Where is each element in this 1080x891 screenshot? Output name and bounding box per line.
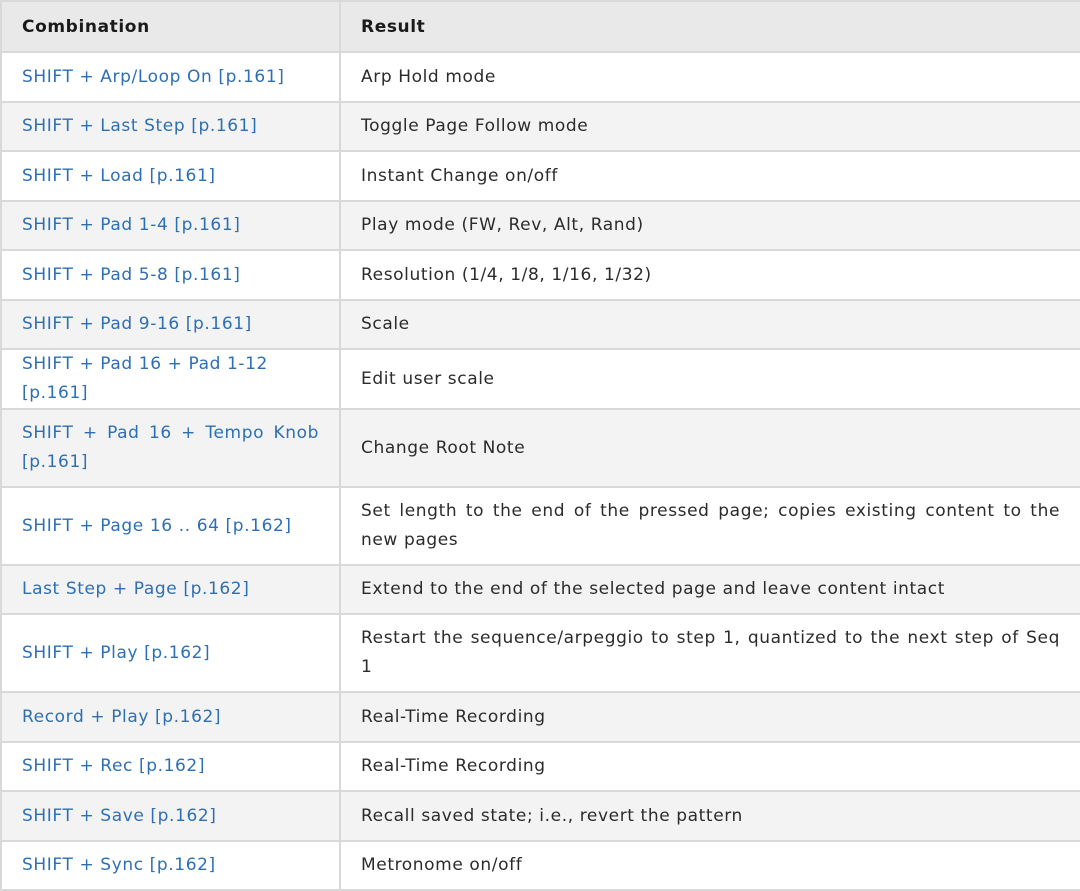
shortcut-table: Combination Result SHIFT + Arp/Loop On [… [0, 0, 1080, 891]
table-row: SHIFT + Pad 1-4 [p.161] Play mode (FW, R… [0, 200, 1080, 251]
result-cell: Extend to the end of the selected page a… [339, 564, 1080, 615]
result-cell: Restart the sequence/arpeggio to step 1,… [339, 613, 1080, 693]
result-cell: Arp Hold mode [339, 51, 1080, 103]
result-cell: Play mode (FW, Rev, Alt, Rand) [339, 200, 1080, 251]
combination-link[interactable]: SHIFT + Rec [p.162] [22, 756, 205, 776]
table-row: Last Step + Page [p.162] Extend to the e… [0, 564, 1080, 615]
combination-link[interactable]: Record + Play [p.162] [22, 707, 221, 727]
combination-link[interactable]: SHIFT + Last Step [p.161] [22, 116, 257, 136]
result-cell: Change Root Note [339, 408, 1080, 488]
table-row: SHIFT + Pad 9-16 [p.161] Scale [0, 299, 1080, 350]
combination-cell: SHIFT + Pad 16 + Tempo Knob [p.161] [0, 408, 341, 488]
combination-link[interactable]: SHIFT + Play [p.162] [22, 643, 210, 663]
combination-link[interactable]: SHIFT + Pad 1-4 [p.161] [22, 215, 240, 235]
result-cell: Scale [339, 299, 1080, 350]
table-row: SHIFT + Rec [p.162] Real-Time Recording [0, 741, 1080, 792]
result-cell: Resolution (1/4, 1/8, 1/16, 1/32) [339, 249, 1080, 301]
combination-cell: SHIFT + Sync [p.162] [0, 840, 341, 891]
combination-cell: SHIFT + Load [p.161] [0, 150, 341, 202]
combination-cell: SHIFT + Arp/Loop On [p.161] [0, 51, 341, 103]
table-row: SHIFT + Play [p.162] Restart the sequenc… [0, 613, 1080, 693]
table-row: SHIFT + Pad 16 + Pad 1-12 [p.161] Edit u… [0, 348, 1080, 410]
combination-link[interactable]: Last Step + Page [p.162] [22, 579, 249, 599]
result-cell: Real-Time Recording [339, 741, 1080, 792]
table-row: SHIFT + Pad 16 + Tempo Knob [p.161] Chan… [0, 408, 1080, 488]
combination-cell: SHIFT + Last Step [p.161] [0, 101, 341, 152]
result-cell: Recall saved state; i.e., revert the pat… [339, 790, 1080, 842]
table-row: SHIFT + Sync [p.162] Metronome on/off [0, 840, 1080, 891]
table-row: SHIFT + Last Step [p.161] Toggle Page Fo… [0, 101, 1080, 152]
combination-cell: SHIFT + Pad 1-4 [p.161] [0, 200, 341, 251]
combination-link[interactable]: SHIFT + Load [p.161] [22, 166, 216, 186]
table-header-row: Combination Result [0, 0, 1080, 53]
result-cell: Toggle Page Follow mode [339, 101, 1080, 152]
combination-link[interactable]: SHIFT + Pad 9-16 [p.161] [22, 314, 252, 334]
combination-link[interactable]: SHIFT + Save [p.162] [22, 806, 217, 826]
combination-link[interactable]: SHIFT + Pad 16 + Pad 1-12 [p.161] [22, 354, 268, 403]
combination-cell: SHIFT + Pad 9-16 [p.161] [0, 299, 341, 350]
combination-cell: Record + Play [p.162] [0, 691, 341, 743]
result-cell: Metronome on/off [339, 840, 1080, 891]
result-cell: Set length to the end of the pressed pag… [339, 486, 1080, 566]
table-row: Record + Play [p.162] Real-Time Recordin… [0, 691, 1080, 743]
combination-link[interactable]: SHIFT + Pad 16 + Tempo Knob [p.161] [22, 423, 319, 472]
combination-cell: SHIFT + Rec [p.162] [0, 741, 341, 792]
result-cell: Real-Time Recording [339, 691, 1080, 743]
table-row: SHIFT + Load [p.161] Instant Change on/o… [0, 150, 1080, 202]
table-row: SHIFT + Arp/Loop On [p.161] Arp Hold mod… [0, 51, 1080, 103]
combination-cell: SHIFT + Page 16 .. 64 [p.162] [0, 486, 341, 566]
combination-cell: SHIFT + Play [p.162] [0, 613, 341, 693]
table-row: SHIFT + Page 16 .. 64 [p.162] Set length… [0, 486, 1080, 566]
table-row: SHIFT + Pad 5-8 [p.161] Resolution (1/4,… [0, 249, 1080, 301]
combination-cell: SHIFT + Pad 16 + Pad 1-12 [p.161] [0, 348, 341, 410]
combination-cell: SHIFT + Pad 5-8 [p.161] [0, 249, 341, 301]
header-combination: Combination [0, 0, 341, 53]
combination-cell: Last Step + Page [p.162] [0, 564, 341, 615]
header-result: Result [339, 0, 1080, 53]
combination-cell: SHIFT + Save [p.162] [0, 790, 341, 842]
combination-link[interactable]: SHIFT + Pad 5-8 [p.161] [22, 265, 240, 285]
result-cell: Instant Change on/off [339, 150, 1080, 202]
table-row: SHIFT + Save [p.162] Recall saved state;… [0, 790, 1080, 842]
combination-link[interactable]: SHIFT + Page 16 .. 64 [p.162] [22, 516, 292, 536]
result-cell: Edit user scale [339, 348, 1080, 410]
combination-link[interactable]: SHIFT + Sync [p.162] [22, 855, 216, 875]
combination-link[interactable]: SHIFT + Arp/Loop On [p.161] [22, 67, 284, 87]
